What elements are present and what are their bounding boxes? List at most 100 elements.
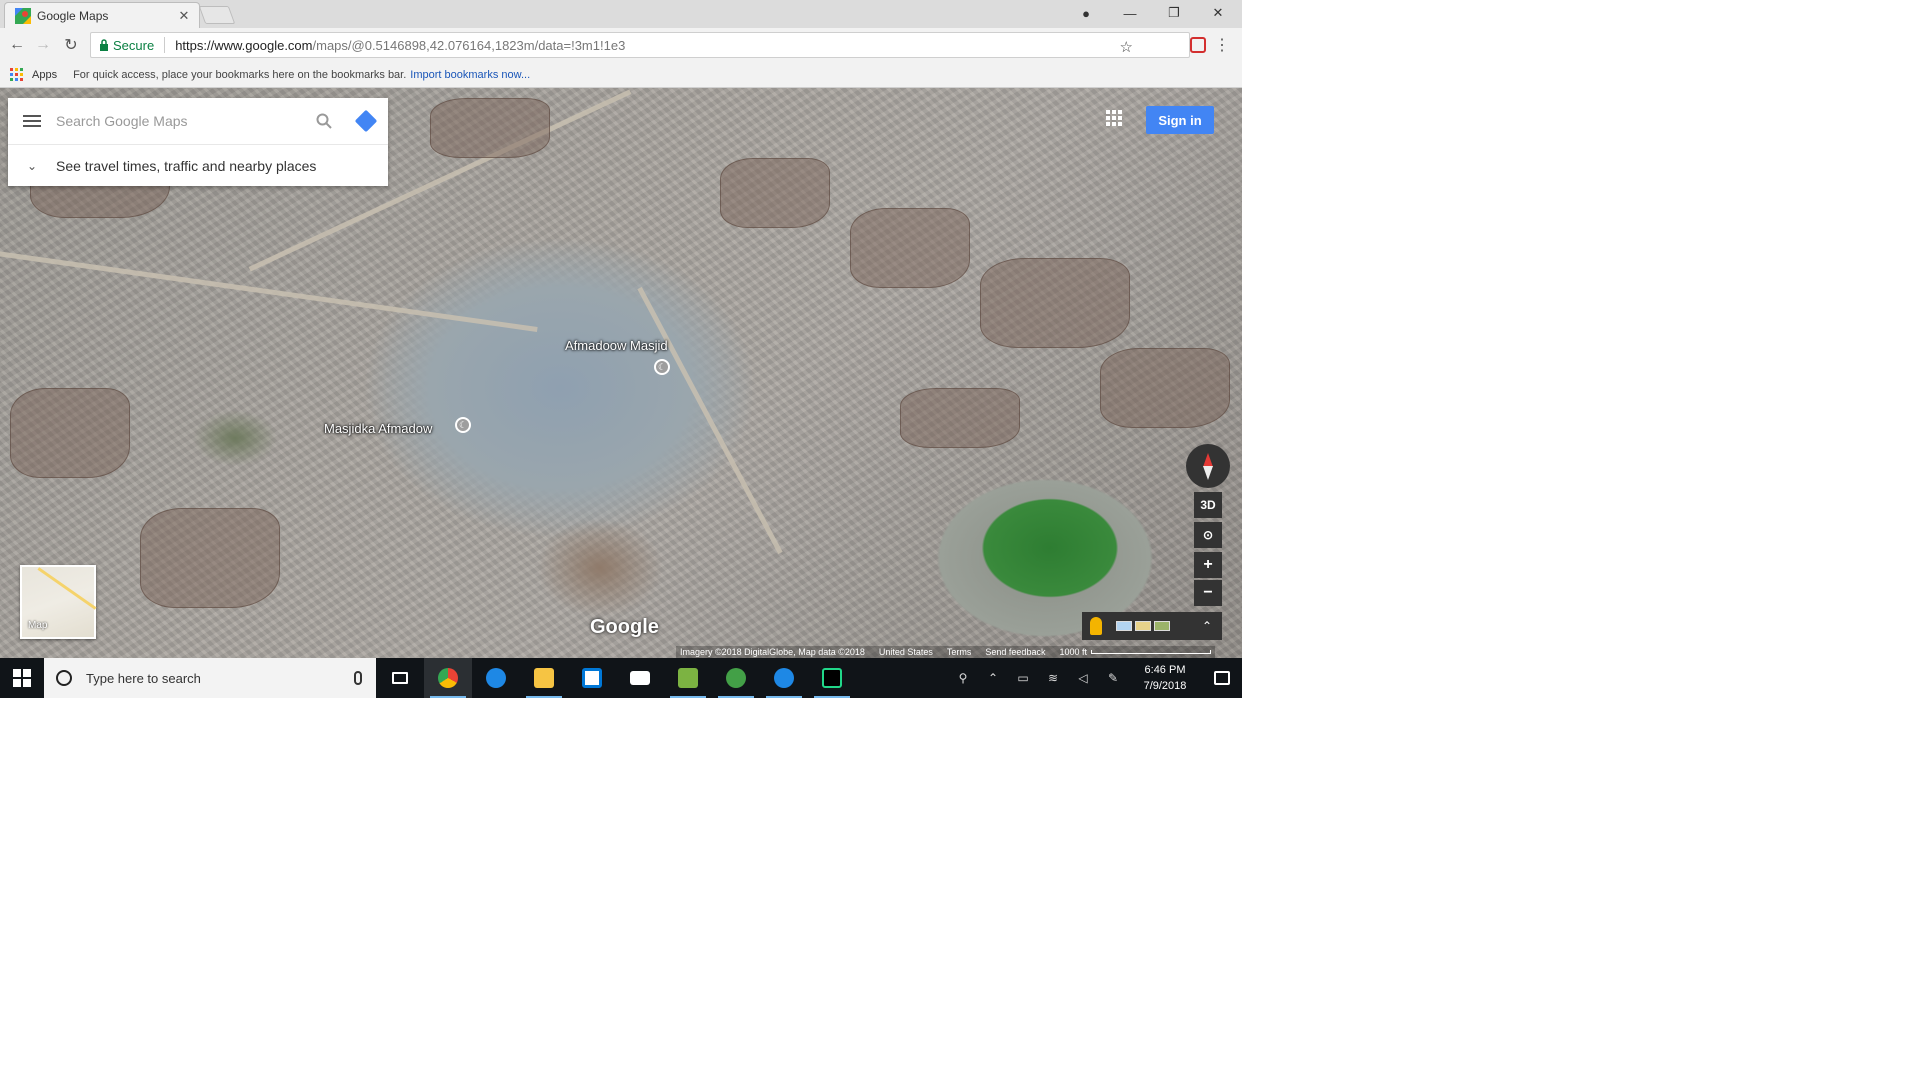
sign-in-button[interactable]: Sign in — [1146, 106, 1214, 134]
taskbar-search[interactable]: Type here to search — [44, 658, 376, 698]
system-tray: ⚲ ⌃ ▭ ≋ ◁ ✎ 6:46 PM 7/9/2018 — [948, 658, 1242, 698]
travel-times-row[interactable]: ⌄ See travel times, traffic and nearby p… — [8, 144, 388, 186]
zoom-out-button[interactable]: − — [1194, 580, 1222, 606]
3d-button[interactable]: 3D — [1194, 492, 1222, 518]
maximize-button[interactable]: ❐ — [1152, 0, 1196, 26]
pegman-icon[interactable] — [1090, 617, 1102, 635]
secure-label: Secure — [113, 37, 155, 53]
map-field — [900, 388, 1020, 448]
back-icon[interactable]: ← — [4, 33, 30, 57]
country-link[interactable]: United States — [879, 647, 933, 657]
battery-icon[interactable]: ▭ — [1008, 671, 1038, 685]
url-path: /maps/@0.5146898,42.076164,1823m/data=!3… — [312, 37, 626, 53]
apps-icon[interactable] — [10, 67, 24, 82]
profile-icon[interactable]: ● — [1064, 0, 1108, 26]
tab-title: Google Maps — [37, 8, 109, 23]
my-location-button[interactable]: ⊙ — [1194, 522, 1222, 548]
tab-close-icon[interactable]: ✕ — [175, 7, 193, 25]
map-attribution: Imagery ©2018 DigitalGlobe, Map data ©20… — [676, 646, 1215, 658]
separator — [164, 37, 166, 53]
maps-favicon — [15, 7, 31, 24]
zoom-in-button[interactable]: + — [1194, 552, 1222, 578]
layer-thumbnail[interactable] — [1135, 621, 1151, 631]
map-field — [140, 508, 280, 608]
chevron-down-icon[interactable]: ⌄ — [8, 159, 56, 173]
hamburger-icon[interactable] — [8, 98, 56, 144]
bookmarks-hint: For quick access, place your bookmarks h… — [73, 68, 407, 81]
mic-icon[interactable] — [354, 671, 362, 685]
map-field — [430, 98, 550, 158]
mail-taskbar-icon[interactable] — [616, 658, 664, 698]
travel-times-text: See travel times, traffic and nearby pla… — [56, 157, 317, 174]
app-taskbar-icon[interactable] — [712, 658, 760, 698]
people-icon[interactable]: ⚲ — [948, 671, 978, 685]
map-field — [10, 388, 130, 478]
mosque-pin-icon[interactable]: ☾ — [455, 417, 471, 433]
file-explorer-taskbar-icon[interactable] — [520, 658, 568, 698]
extension-icon[interactable] — [1190, 37, 1206, 53]
new-tab-button[interactable] — [198, 6, 236, 24]
address-bar[interactable]: Secure https://www.google.com/maps/@0.51… — [90, 32, 1190, 58]
chevron-up-icon[interactable]: ⌃ — [978, 671, 1008, 685]
minimize-button[interactable]: — — [1108, 0, 1152, 26]
store-taskbar-icon[interactable] — [568, 658, 616, 698]
directions-icon[interactable] — [344, 98, 388, 144]
pycharm-taskbar-icon[interactable] — [808, 658, 856, 698]
map-field — [1100, 348, 1230, 428]
map-road — [637, 286, 783, 555]
map-view-toggle[interactable]: Map — [20, 565, 97, 639]
layer-thumbnail[interactable] — [1154, 621, 1170, 631]
tab-google-maps[interactable]: Google Maps ✕ — [4, 2, 200, 28]
google-logo: Google — [590, 616, 659, 638]
forward-icon[interactable]: → — [30, 33, 56, 57]
lock-icon — [100, 39, 108, 51]
map-field — [720, 158, 830, 228]
app-taskbar-icon[interactable] — [760, 658, 808, 698]
search-box: ⌄ See travel times, traffic and nearby p… — [8, 98, 388, 186]
compass-icon[interactable] — [1186, 444, 1230, 488]
terms-link[interactable]: Terms — [947, 647, 972, 657]
imagery-attribution: Imagery ©2018 DigitalGlobe, Map data ©20… — [680, 647, 865, 657]
close-window-button[interactable]: ✕ — [1196, 0, 1240, 26]
volume-icon[interactable]: ◁ — [1068, 671, 1098, 685]
taskbar-search-text: Type here to search — [86, 670, 201, 686]
place-label-masjidka-afmadow[interactable]: Masjidka Afmadow — [324, 421, 432, 436]
star-icon[interactable]: ☆ — [1120, 38, 1133, 56]
layer-thumbnail[interactable] — [1116, 621, 1132, 631]
clock-date: 7/9/2018 — [1143, 680, 1187, 692]
clock-time: 6:46 PM — [1144, 664, 1186, 676]
map-field — [850, 208, 970, 288]
bookmarks-bar: Apps For quick access, place your bookma… — [0, 62, 1242, 88]
windows-icon[interactable] — [0, 658, 44, 698]
layer-bar: ⌃ — [1082, 612, 1222, 640]
grid-icon[interactable] — [1106, 110, 1122, 126]
app-taskbar-icon[interactable] — [664, 658, 712, 698]
map-field — [980, 258, 1130, 348]
edge-taskbar-icon[interactable] — [472, 658, 520, 698]
screen: Google Maps ✕ ● — ❐ ✕ ← → ↻ Secure https… — [0, 0, 1242, 698]
scale-label[interactable]: 1000 ft — [1059, 647, 1087, 657]
pen-icon[interactable]: ✎ — [1098, 671, 1128, 685]
tab-bar: Google Maps ✕ ● — ❐ ✕ — [0, 0, 1242, 28]
browser-toolbar: ← → ↻ Secure https://www.google.com/maps… — [0, 28, 1242, 62]
minimap-label: Map — [28, 620, 48, 631]
search-icon[interactable] — [304, 98, 344, 144]
clock[interactable]: 6:46 PM 7/9/2018 — [1128, 662, 1202, 694]
import-bookmarks-link[interactable]: Import bookmarks now... — [410, 69, 530, 81]
notifications-icon[interactable] — [1202, 658, 1242, 698]
reload-icon[interactable]: ↻ — [58, 33, 84, 57]
cortana-icon — [56, 670, 72, 686]
search-row — [8, 98, 388, 144]
search-input[interactable] — [56, 101, 304, 141]
mosque-pin-icon[interactable]: ☾ — [654, 359, 670, 375]
menu-icon[interactable]: ⋮ — [1214, 35, 1230, 55]
apps-label[interactable]: Apps — [32, 69, 57, 81]
send-feedback-link[interactable]: Send feedback — [985, 647, 1045, 657]
secure-indicator[interactable]: Secure — [99, 38, 154, 53]
expand-icon[interactable]: ⌃ — [1202, 619, 1212, 633]
url-host: https://www.google.com — [175, 37, 313, 53]
place-label-afmadoow-masjid[interactable]: Afmadoow Masjid — [565, 338, 668, 353]
wifi-icon[interactable]: ≋ — [1038, 671, 1068, 685]
chrome-taskbar-icon[interactable] — [424, 658, 472, 698]
task-view-icon[interactable] — [376, 658, 424, 698]
